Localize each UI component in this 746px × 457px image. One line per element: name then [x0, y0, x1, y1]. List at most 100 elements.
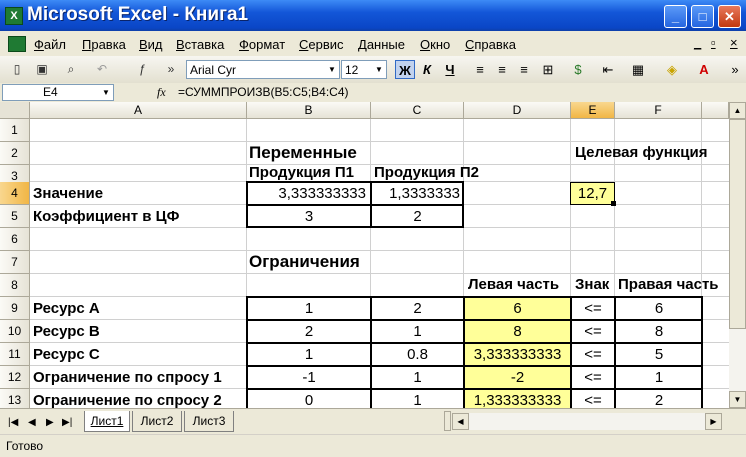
menu-window[interactable]: Окно: [420, 37, 450, 52]
menu-data[interactable]: Данные: [358, 37, 405, 52]
merge-center-icon[interactable]: ⊞: [538, 60, 558, 79]
excel-icon[interactable]: X: [5, 7, 23, 25]
font-size-select[interactable]: 12 ▼: [341, 60, 387, 79]
row-header-8[interactable]: 8: [0, 274, 30, 297]
cell-b5[interactable]: 3: [248, 205, 370, 228]
last-sheet-icon[interactable]: ▶|: [62, 417, 72, 428]
next-sheet-icon[interactable]: ▶: [46, 417, 54, 428]
formula-input[interactable]: =СУММПРОИЗВ(B5:C5;B4:C4): [178, 85, 349, 99]
currency-icon[interactable]: $: [568, 60, 588, 79]
worksheet-grid[interactable]: A B C D E F 1 2 3 4 5 6 7 8 9 10 11 12 1…: [0, 102, 729, 408]
cell-f8[interactable]: Правая часть: [618, 273, 719, 296]
row-header-4[interactable]: 4: [0, 182, 30, 205]
vertical-scrollbar[interactable]: ▲ ▼: [729, 102, 746, 408]
doc-restore-button[interactable]: ▫: [711, 35, 716, 50]
scroll-down-icon[interactable]: ▼: [729, 391, 746, 408]
tab-split-handle[interactable]: [444, 411, 451, 431]
cell-d12[interactable]: -2: [465, 366, 570, 389]
chevron-down-icon[interactable]: ▼: [99, 85, 113, 100]
minimize-button[interactable]: _: [664, 5, 687, 28]
toolbar-options-icon[interactable]: »: [162, 61, 180, 78]
align-left-icon[interactable]: ≡: [470, 60, 490, 79]
cell-e8[interactable]: Знак: [575, 273, 609, 296]
underline-button[interactable]: Ч: [440, 60, 460, 79]
row-header-13[interactable]: 13: [0, 389, 30, 408]
menu-file[interactable]: Файл: [34, 37, 66, 52]
cell-f13[interactable]: 2: [616, 389, 702, 408]
align-right-icon[interactable]: ≡: [514, 60, 534, 79]
row-header-10[interactable]: 10: [0, 320, 30, 343]
sheet-tab-2[interactable]: Лист2: [132, 411, 182, 432]
cell-e2[interactable]: Целевая функция: [575, 141, 707, 164]
cell-b3[interactable]: Продукция П1: [249, 161, 354, 184]
prev-sheet-icon[interactable]: ◀: [28, 417, 36, 428]
cell-e12[interactable]: <=: [572, 366, 614, 389]
decrease-indent-icon[interactable]: ⇤: [598, 60, 618, 79]
menu-help[interactable]: Справка: [465, 37, 516, 52]
cell-b13[interactable]: 0: [248, 389, 370, 408]
cell-e13[interactable]: <=: [572, 389, 614, 408]
row-header-7[interactable]: 7: [0, 251, 30, 274]
column-header-d[interactable]: D: [464, 102, 571, 119]
close-button[interactable]: ✕: [718, 5, 741, 28]
cell-f12[interactable]: 1: [616, 366, 702, 389]
cell-c3[interactable]: Продукция П2: [374, 161, 479, 184]
scroll-left-icon[interactable]: ◀: [452, 413, 469, 430]
first-sheet-icon[interactable]: |◀: [8, 417, 18, 428]
cell-b12[interactable]: -1: [248, 366, 370, 389]
sheet-tab-3[interactable]: Лист3: [184, 411, 234, 432]
column-header-g[interactable]: [702, 102, 729, 119]
borders-icon[interactable]: ▦: [628, 60, 648, 79]
cell-f9[interactable]: 6: [616, 297, 702, 320]
column-header-a[interactable]: A: [30, 102, 247, 119]
row-header-5[interactable]: 5: [0, 205, 30, 228]
menu-view[interactable]: Вид: [139, 37, 163, 52]
cell-c4[interactable]: 1,3333333: [372, 182, 460, 205]
cell-b9[interactable]: 1: [248, 297, 370, 320]
maximize-button[interactable]: □: [691, 5, 714, 28]
cell-c11[interactable]: 0.8: [372, 343, 463, 366]
font-name-select[interactable]: Arial Cyr ▼: [186, 60, 340, 79]
chevron-down-icon[interactable]: ▼: [325, 61, 339, 78]
function-icon[interactable]: ƒ: [133, 61, 151, 78]
cell-d11[interactable]: 3,333333333: [465, 343, 570, 366]
cell-c9[interactable]: 2: [372, 297, 463, 320]
fx-icon[interactable]: fx: [157, 85, 166, 100]
row-header-6[interactable]: 6: [0, 228, 30, 251]
menu-format[interactable]: Формат: [239, 37, 285, 52]
sheet-tab-1[interactable]: Лист1: [84, 411, 130, 432]
cell-e9[interactable]: <=: [572, 297, 614, 320]
column-header-f[interactable]: F: [615, 102, 702, 119]
cell-d8[interactable]: Левая часть: [468, 273, 559, 296]
cell-b7[interactable]: Ограничения: [249, 250, 360, 273]
name-box[interactable]: E4 ▼: [2, 84, 114, 101]
cell-d9[interactable]: 6: [465, 297, 570, 320]
cell-b10[interactable]: 2: [248, 320, 370, 343]
doc-minimize-button[interactable]: _: [694, 35, 701, 50]
row-header-11[interactable]: 11: [0, 343, 30, 366]
align-center-icon[interactable]: ≡: [492, 60, 512, 79]
column-header-e[interactable]: E: [571, 102, 615, 119]
cell-a11[interactable]: Ресурс С: [33, 343, 100, 366]
horizontal-scrollbar[interactable]: [469, 413, 705, 430]
scroll-thumb[interactable]: [729, 119, 746, 329]
cell-f10[interactable]: 8: [616, 320, 702, 343]
scroll-up-icon[interactable]: ▲: [729, 102, 746, 119]
menu-insert[interactable]: Вставка: [176, 37, 224, 52]
toolbar-options-icon[interactable]: »: [725, 60, 745, 79]
cell-d13[interactable]: 1,333333333: [465, 389, 570, 408]
cell-d10[interactable]: 8: [465, 320, 570, 343]
scroll-right-icon[interactable]: ▶: [705, 413, 722, 430]
cell-e11[interactable]: <=: [572, 343, 614, 366]
workbook-icon[interactable]: [8, 36, 26, 52]
italic-button[interactable]: К: [417, 60, 437, 79]
cell-a10[interactable]: Ресурс В: [33, 320, 100, 343]
cell-a12[interactable]: Ограничение по спросу 1: [33, 366, 222, 389]
row-header-2[interactable]: 2: [0, 142, 30, 165]
row-header-1[interactable]: 1: [0, 119, 30, 142]
cell-f11[interactable]: 5: [616, 343, 702, 366]
menu-edit[interactable]: Правка: [82, 37, 126, 52]
cell-e4[interactable]: 12,7: [571, 182, 614, 205]
select-all-corner[interactable]: [0, 102, 30, 119]
column-header-c[interactable]: C: [371, 102, 464, 119]
